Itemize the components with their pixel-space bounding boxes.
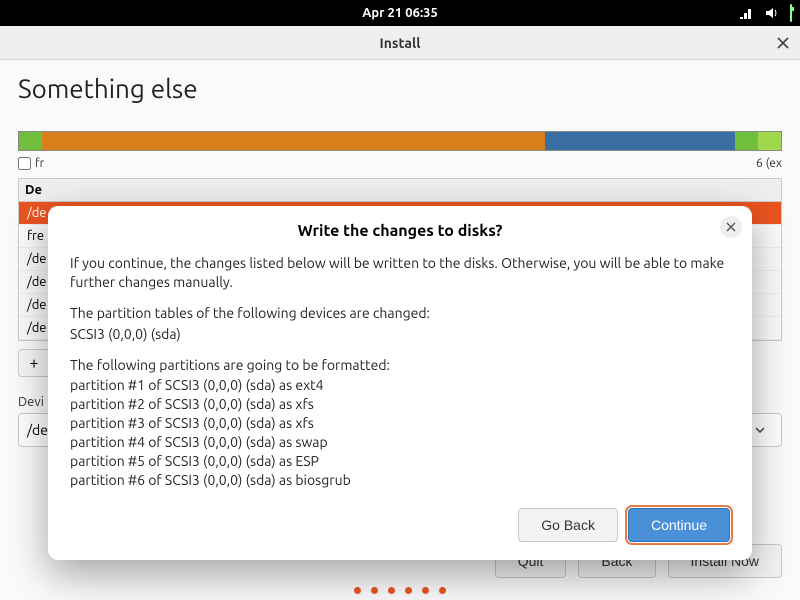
formatted-item: partition #6 of SCSI3 (0,0,0) (sda) as b…: [70, 471, 730, 490]
tables-changed-value: SCSI3 (0,0,0) (sda): [70, 325, 730, 344]
clock: Apr 21 06:35: [362, 6, 438, 20]
formatted-label: The following partitions are going to be…: [70, 356, 730, 375]
continue-button[interactable]: Continue: [628, 508, 730, 542]
system-tray: [738, 0, 792, 26]
formatted-item: partition #1 of SCSI3 (0,0,0) (sda) as e…: [70, 376, 730, 395]
go-back-button[interactable]: Go Back: [518, 508, 618, 542]
formatted-list: partition #1 of SCSI3 (0,0,0) (sda) as e…: [70, 376, 730, 489]
top-menubar: Apr 21 06:35: [0, 0, 800, 26]
formatted-item: partition #5 of SCSI3 (0,0,0) (sda) as E…: [70, 452, 730, 471]
tables-changed-label: The partition tables of the following de…: [70, 304, 730, 323]
confirm-write-dialog: Write the changes to disks? If you conti…: [48, 206, 752, 560]
network-icon[interactable]: [738, 5, 754, 21]
volume-icon[interactable]: [764, 5, 780, 21]
dialog-footer: Go Back Continue: [70, 508, 730, 542]
installer-window: Install Something else fr 6 (ex De /de: [0, 26, 800, 600]
battery-icon[interactable]: [790, 5, 792, 21]
formatted-item: partition #2 of SCSI3 (0,0,0) (sda) as x…: [70, 395, 730, 414]
dialog-close-button[interactable]: [720, 216, 742, 238]
dialog-intro: If you continue, the changes listed belo…: [70, 254, 730, 292]
formatted-item: partition #3 of SCSI3 (0,0,0) (sda) as x…: [70, 414, 730, 433]
formatted-item: partition #4 of SCSI3 (0,0,0) (sda) as s…: [70, 433, 730, 452]
dialog-title: Write the changes to disks?: [70, 222, 730, 240]
